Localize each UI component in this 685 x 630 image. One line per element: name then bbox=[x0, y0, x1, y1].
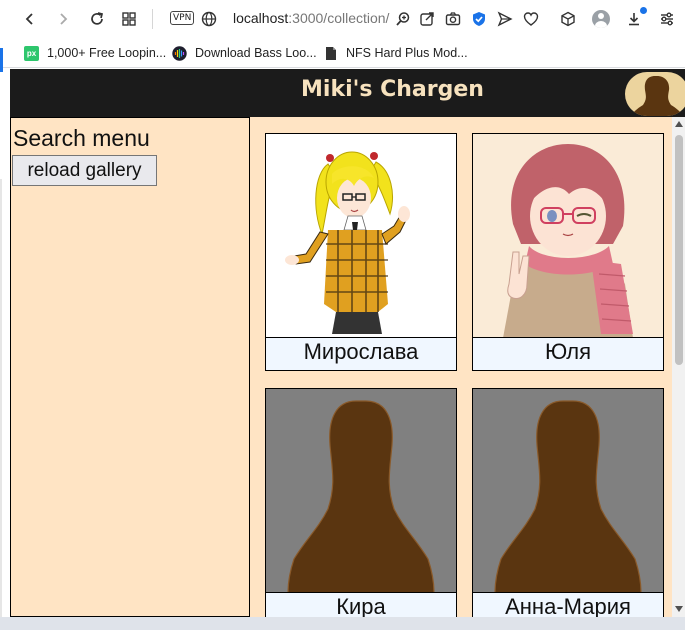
address-bar[interactable]: localhost:3000/collection/ bbox=[233, 10, 389, 26]
bookmarks-bar: px 1,000+ Free Loopin... Download Bass L… bbox=[0, 38, 685, 68]
bookmark-label: 1,000+ Free Loopin... bbox=[47, 46, 167, 60]
search-menu-title: Search menu bbox=[13, 125, 150, 151]
soundwave-icon bbox=[172, 45, 187, 61]
character-portrait bbox=[473, 389, 663, 593]
tab-indicator bbox=[0, 48, 3, 72]
document-icon bbox=[323, 46, 338, 61]
bookmark-item[interactable]: px 1,000+ Free Loopin... bbox=[24, 44, 166, 62]
vpn-badge[interactable]: VPN bbox=[170, 11, 195, 25]
page-scrollbar[interactable] bbox=[672, 117, 685, 617]
bookmark-item[interactable]: Download Bass Loo... bbox=[172, 44, 317, 62]
url-host: localhost bbox=[233, 10, 289, 26]
app-header: Miki's Chargen bbox=[10, 69, 685, 117]
character-portrait bbox=[266, 134, 456, 338]
avatar[interactable] bbox=[625, 72, 685, 116]
send-to-icon[interactable] bbox=[416, 8, 438, 30]
search-menu-panel: Search menu reload gallery bbox=[10, 117, 250, 617]
bookmark-label: Download Bass Loo... bbox=[195, 46, 317, 60]
reload-gallery-button[interactable]: reload gallery bbox=[12, 155, 157, 186]
character-card[interactable]: Кира bbox=[265, 388, 457, 617]
scroll-up-arrow-icon[interactable] bbox=[675, 121, 683, 127]
character-name: Кира bbox=[336, 594, 386, 617]
cube-icon[interactable] bbox=[557, 8, 579, 30]
os-taskbar bbox=[0, 617, 685, 630]
bookmark-item[interactable]: NFS Hard Plus Mod... bbox=[323, 44, 468, 62]
character-card[interactable]: Юля bbox=[472, 133, 664, 371]
character-portrait bbox=[266, 389, 456, 593]
heart-icon[interactable] bbox=[520, 8, 542, 30]
globe-icon[interactable] bbox=[198, 8, 220, 30]
download-badge bbox=[640, 7, 647, 14]
toolbar-separator bbox=[152, 9, 153, 29]
shield-check-icon[interactable] bbox=[468, 8, 490, 30]
back-icon[interactable] bbox=[19, 8, 41, 30]
page-title: Miki's Chargen bbox=[301, 77, 484, 102]
character-name: Мирослава bbox=[303, 339, 419, 364]
character-card[interactable]: Анна-Мария bbox=[472, 388, 664, 617]
tab-grid-icon[interactable] bbox=[118, 8, 140, 30]
character-name: Анна-Мария bbox=[505, 594, 631, 617]
scroll-down-arrow-icon[interactable] bbox=[675, 606, 683, 612]
gallery: Мирослава Юля Кира Анна-Мария bbox=[250, 117, 672, 617]
left-edge-strip bbox=[0, 69, 4, 630]
forward-icon[interactable] bbox=[52, 8, 74, 30]
send-icon[interactable] bbox=[494, 8, 516, 30]
zoom-icon[interactable] bbox=[392, 8, 414, 30]
reload-icon[interactable] bbox=[86, 8, 108, 30]
bookmark-label: NFS Hard Plus Mod... bbox=[346, 46, 468, 60]
camera-icon[interactable] bbox=[442, 8, 464, 30]
profile-icon[interactable] bbox=[590, 8, 612, 30]
url-path: :3000/collection/ bbox=[288, 10, 390, 26]
browser-toolbar: VPN localhost:3000/collection/ bbox=[0, 0, 685, 38]
character-card[interactable]: Мирослава bbox=[265, 133, 457, 371]
scroll-thumb[interactable] bbox=[675, 135, 683, 365]
settings-sliders-icon[interactable] bbox=[656, 8, 678, 30]
character-name: Юля bbox=[545, 339, 591, 364]
pixabay-icon: px bbox=[24, 45, 39, 61]
character-portrait bbox=[473, 134, 663, 338]
